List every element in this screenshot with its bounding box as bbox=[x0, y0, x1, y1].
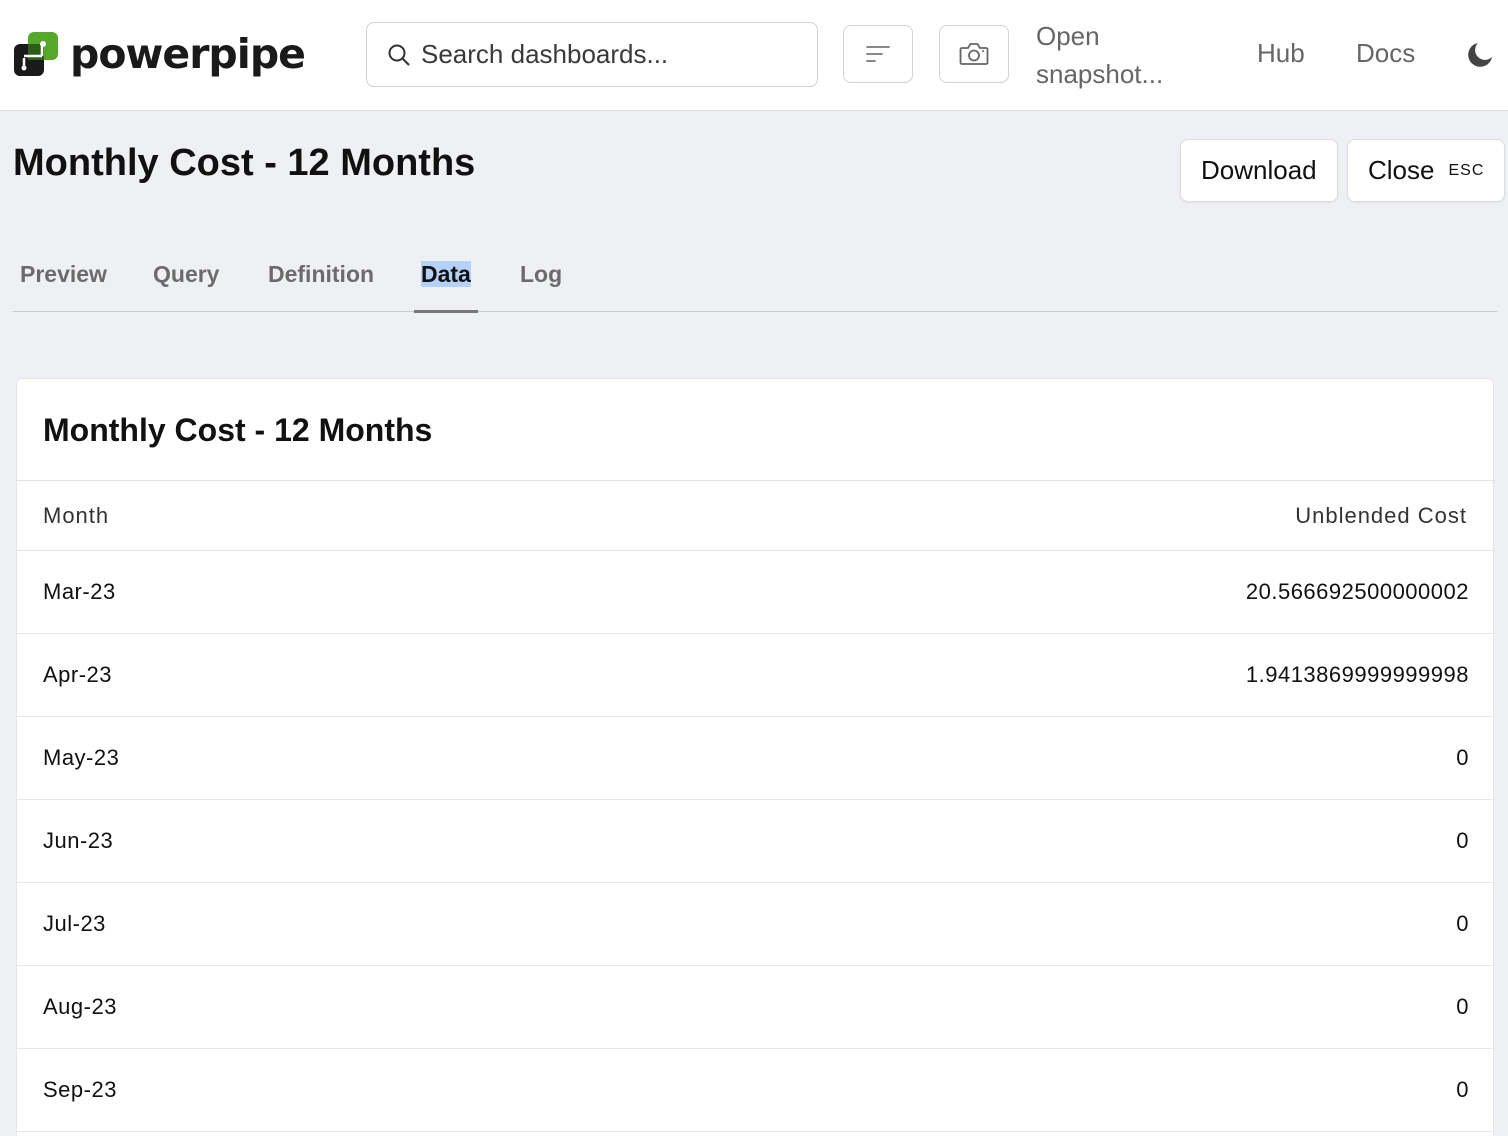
tab-label: Log bbox=[520, 261, 563, 287]
powerpipe-logo-icon bbox=[14, 32, 58, 76]
tab-label: Preview bbox=[20, 261, 107, 287]
table-row: Apr-23 1.9413869999999998 bbox=[17, 634, 1495, 717]
tab-label: Query bbox=[153, 261, 220, 287]
tab-definition[interactable]: Definition bbox=[261, 261, 381, 312]
close-shortcut: ESC bbox=[1448, 161, 1485, 179]
powerpipe-logo[interactable]: powerpipe bbox=[12, 28, 306, 80]
camera-icon bbox=[959, 43, 989, 65]
cost-cell: 0 bbox=[1456, 1077, 1469, 1102]
logo-wordmark: powerpipe bbox=[70, 29, 306, 78]
download-label: Download bbox=[1201, 155, 1317, 185]
close-label: Close bbox=[1368, 155, 1435, 185]
open-snapshot-link[interactable]: Open snapshot... bbox=[1036, 17, 1196, 93]
download-button[interactable]: Download bbox=[1180, 139, 1338, 202]
theme-toggle[interactable] bbox=[1465, 40, 1495, 75]
table-body: Mar-23 20.566692500000002 Apr-23 1.94138… bbox=[17, 551, 1495, 1132]
cost-cell: 0 bbox=[1456, 828, 1469, 853]
filter-icon bbox=[866, 46, 890, 62]
snapshot-button[interactable] bbox=[939, 25, 1009, 83]
data-table-card: Monthly Cost - 12 Months Month Unblended… bbox=[16, 378, 1495, 1136]
month-cell: Sep-23 bbox=[43, 1077, 117, 1102]
filter-button[interactable] bbox=[843, 25, 913, 83]
search-input[interactable] bbox=[421, 39, 801, 70]
table-row: Jun-23 0 bbox=[17, 800, 1495, 883]
top-bar: powerpipe Open snapshot... Hub Docs bbox=[0, 0, 1508, 111]
column-header-month[interactable]: Month bbox=[43, 503, 109, 529]
tab-query[interactable]: Query bbox=[146, 261, 226, 312]
search-icon bbox=[388, 44, 410, 65]
cost-cell: 0 bbox=[1456, 994, 1469, 1019]
open-snapshot-line2: snapshot... bbox=[1036, 59, 1164, 89]
table-row: Sep-23 0 bbox=[17, 1049, 1495, 1132]
cost-cell: 20.566692500000002 bbox=[1245, 579, 1469, 604]
tab-data[interactable]: Data bbox=[414, 261, 478, 313]
table-row: Jul-23 0 bbox=[17, 883, 1495, 966]
tab-preview[interactable]: Preview bbox=[13, 261, 114, 312]
page-title: Monthly Cost - 12 Months bbox=[13, 142, 476, 184]
table-row: May-23 0 bbox=[17, 717, 1495, 800]
cost-cell: 1.9413869999999998 bbox=[1245, 662, 1469, 687]
table-title: Monthly Cost - 12 Months bbox=[43, 412, 433, 448]
open-snapshot-line1: Open bbox=[1036, 21, 1100, 51]
moon-icon bbox=[1468, 43, 1492, 67]
month-cell: Apr-23 bbox=[43, 662, 113, 687]
table-row: Aug-23 0 bbox=[17, 966, 1495, 1049]
table-header: Month Unblended Cost bbox=[17, 480, 1495, 551]
tab-label: Definition bbox=[268, 261, 375, 287]
month-cell: Aug-23 bbox=[43, 994, 117, 1019]
month-cell: May-23 bbox=[43, 745, 120, 770]
tab-bar: Preview Query Definition Data Log bbox=[13, 250, 1497, 313]
table-row: Mar-23 20.566692500000002 bbox=[17, 551, 1495, 634]
month-cell: Mar-23 bbox=[43, 579, 116, 604]
close-button[interactable]: Close ESC bbox=[1347, 139, 1506, 202]
cost-cell: 0 bbox=[1456, 911, 1469, 936]
tab-label: Data bbox=[421, 261, 471, 287]
month-cell: Jun-23 bbox=[43, 828, 114, 853]
nav-docs-link[interactable]: Docs bbox=[1356, 38, 1415, 69]
nav-hub-link[interactable]: Hub bbox=[1257, 38, 1305, 69]
search-box[interactable] bbox=[366, 22, 818, 87]
month-cell: Jul-23 bbox=[43, 911, 106, 936]
column-header-unblended-cost[interactable]: Unblended Cost bbox=[1295, 503, 1467, 529]
tab-log[interactable]: Log bbox=[513, 261, 569, 312]
cost-cell: 0 bbox=[1456, 745, 1469, 770]
